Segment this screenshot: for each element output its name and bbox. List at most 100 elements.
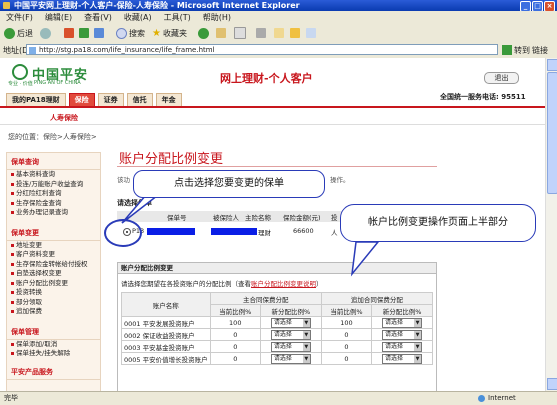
menu-favorites[interactable]: 收藏(A) bbox=[118, 11, 158, 24]
col-account-name: 账户名称 bbox=[121, 292, 211, 317]
home-icon bbox=[94, 28, 104, 38]
go-arrow-icon[interactable] bbox=[502, 45, 512, 55]
sidebar-item[interactable]: 账户分配比例变更 bbox=[7, 279, 100, 289]
forward-button[interactable] bbox=[40, 27, 51, 39]
exit-button[interactable]: 退出 bbox=[484, 72, 519, 84]
sidebar-section-title: 平安产品服务 bbox=[7, 365, 100, 380]
menu-file[interactable]: 文件(F) bbox=[0, 11, 39, 24]
address-url: http://stg.pa18.com/life_insurance/life_… bbox=[39, 46, 215, 54]
home-button[interactable] bbox=[94, 27, 104, 39]
sidebar-item[interactable]: 生存保险金查询 bbox=[7, 199, 100, 209]
add-ratio-select[interactable]: 请选择 bbox=[382, 341, 423, 352]
scroll-thumb[interactable] bbox=[547, 72, 557, 194]
star-icon: ★ bbox=[152, 27, 161, 39]
search-icon bbox=[116, 27, 127, 39]
sidebar-item[interactable]: 客户资料变更 bbox=[7, 250, 100, 260]
pingan-logo-icon bbox=[12, 64, 28, 80]
sidebar-item[interactable]: 分红险红利查询 bbox=[7, 189, 100, 199]
sidebar-item[interactable]: 部分领取 bbox=[7, 298, 100, 308]
add-ratio-select[interactable]: 请选择 bbox=[382, 317, 423, 328]
subnav-life-insurance[interactable]: 人寿保险 bbox=[50, 113, 78, 123]
page-content: 中国平安 专业 · 价值 PING AN OF CHINA 网上理财-个人客户 … bbox=[0, 58, 545, 391]
history-button[interactable] bbox=[216, 27, 226, 39]
menu-tools[interactable]: 工具(T) bbox=[158, 11, 197, 24]
window-title: 中国平安网上理财-个人客户-保险-人寿保险 - Microsoft Intern… bbox=[14, 1, 300, 10]
col-main-new: 新分配比例% bbox=[259, 304, 322, 317]
mail-button[interactable] bbox=[234, 27, 246, 39]
table-row: 0003 平安基金投资账户 0 请选择 0 请选择 bbox=[121, 340, 433, 353]
tab-trust[interactable]: 信托 bbox=[126, 93, 153, 106]
main-ratio-select[interactable]: 请选择 bbox=[270, 353, 311, 364]
status-text: 完毕 bbox=[4, 394, 18, 402]
add-ratio-select[interactable]: 请选择 bbox=[382, 353, 423, 364]
sidebar-item[interactable]: 保单挂失/挂失解除 bbox=[7, 349, 100, 359]
menu-view[interactable]: 查看(V) bbox=[78, 11, 118, 24]
policy-extra: 人 bbox=[331, 229, 338, 237]
sidebar-item[interactable]: 基本资料查询 bbox=[7, 170, 100, 180]
ie-icon bbox=[3, 2, 10, 9]
col-insured: 被保险人 bbox=[213, 214, 239, 222]
scroll-down-icon[interactable] bbox=[547, 378, 557, 390]
window-titlebar: 中国平安网上理财-个人客户-保险-人寿保险 - Microsoft Intern… bbox=[0, 0, 557, 12]
edit-button[interactable] bbox=[274, 27, 284, 39]
menu-edit[interactable]: 编辑(E) bbox=[39, 11, 78, 24]
sidebar-item[interactable]: 自垫选择权变更 bbox=[7, 269, 100, 279]
service-hotline: 全国统一服务电话: 95511 bbox=[440, 93, 526, 101]
intro-text-end: 操作。 bbox=[330, 176, 350, 184]
discuss-button[interactable] bbox=[290, 27, 300, 39]
sidebar-item[interactable]: 地址变更 bbox=[7, 241, 100, 251]
vertical-scrollbar[interactable] bbox=[545, 58, 557, 391]
stop-button[interactable] bbox=[64, 27, 74, 39]
table-row: 0005 平安价值增长投资账户 0 请选择 0 请选择 bbox=[121, 352, 433, 365]
messenger-icon bbox=[306, 28, 316, 38]
scroll-up-icon[interactable] bbox=[547, 59, 557, 71]
sidebar-item[interactable]: 投连/万能账户收益查询 bbox=[7, 180, 100, 190]
address-input[interactable]: http://stg.pa18.com/life_insurance/life_… bbox=[26, 44, 498, 55]
print-button[interactable] bbox=[256, 27, 266, 39]
tab-securities[interactable]: 证券 bbox=[97, 93, 124, 106]
menu-help[interactable]: 帮助(H) bbox=[197, 11, 237, 24]
search-button[interactable]: 搜索 bbox=[116, 27, 145, 39]
messenger-button[interactable] bbox=[306, 27, 316, 39]
refresh-button[interactable] bbox=[79, 27, 89, 39]
logo-slogan: 专业 · 价值 bbox=[8, 81, 33, 87]
status-bar: 完毕 Internet bbox=[0, 391, 557, 405]
table-row: 0001 平安发展投资账户 100 请选择 100 请选择 bbox=[121, 316, 433, 329]
menu-bar: 文件(F) 编辑(E) 查看(V) 收藏(A) 工具(T) 帮助(H) bbox=[0, 11, 557, 25]
sidebar-section-title: 保单查询 bbox=[7, 155, 100, 170]
callout-upper-half: 帐户比例变更操作页面上半部分 bbox=[340, 204, 536, 242]
main-ratio-select[interactable]: 请选择 bbox=[270, 317, 311, 328]
redacted-insured-name bbox=[211, 228, 257, 235]
sidebar-item[interactable]: 保单添加/取消 bbox=[7, 340, 100, 350]
print-icon bbox=[256, 28, 266, 38]
favorites-button[interactable]: ★ 收藏夹 bbox=[152, 27, 187, 39]
allocation-help-link[interactable]: 账户分配比例变更说明 bbox=[251, 280, 316, 288]
links-button[interactable]: 链接 bbox=[532, 45, 548, 56]
col-add-current: 当前比例% bbox=[320, 304, 373, 317]
main-ratio-select[interactable]: 请选择 bbox=[270, 341, 311, 352]
tab-annuity[interactable]: 年金 bbox=[155, 93, 182, 106]
main-ratio-select[interactable]: 请选择 bbox=[270, 329, 311, 340]
title-divider bbox=[117, 166, 437, 167]
callout-select-policy: 点击选择您要变更的保单 bbox=[133, 170, 325, 198]
go-button[interactable]: 转到 bbox=[514, 45, 530, 56]
sidebar-item[interactable]: 生存保险金转帐给付授权 bbox=[7, 260, 100, 270]
col-group-main: 主合同保费分配 bbox=[209, 292, 322, 305]
sidebar-item[interactable]: 业务办理记录查询 bbox=[7, 208, 100, 218]
breadcrumb: 您的位置：保险>人寿保险> bbox=[8, 133, 97, 141]
history-icon bbox=[216, 28, 226, 38]
add-ratio-select[interactable]: 请选择 bbox=[382, 329, 423, 340]
callout-pointer-2 bbox=[350, 241, 380, 277]
discuss-icon bbox=[290, 28, 300, 38]
sidebar-item[interactable]: 投资转换 bbox=[7, 288, 100, 298]
sidebar-item[interactable]: 追加保费 bbox=[7, 307, 100, 317]
tab-insurance[interactable]: 保险 bbox=[68, 93, 95, 106]
col-main-current: 当前比例% bbox=[209, 304, 261, 317]
back-button[interactable]: 后退 bbox=[4, 27, 33, 39]
stop-icon bbox=[64, 28, 74, 38]
tab-my-pa18[interactable]: 我的PA18理财 bbox=[6, 93, 66, 106]
refresh-icon bbox=[79, 28, 89, 38]
address-bar: 地址(D) http://stg.pa18.com/life_insurance… bbox=[0, 42, 557, 59]
media-button[interactable] bbox=[198, 27, 209, 39]
globe-icon bbox=[478, 395, 485, 402]
